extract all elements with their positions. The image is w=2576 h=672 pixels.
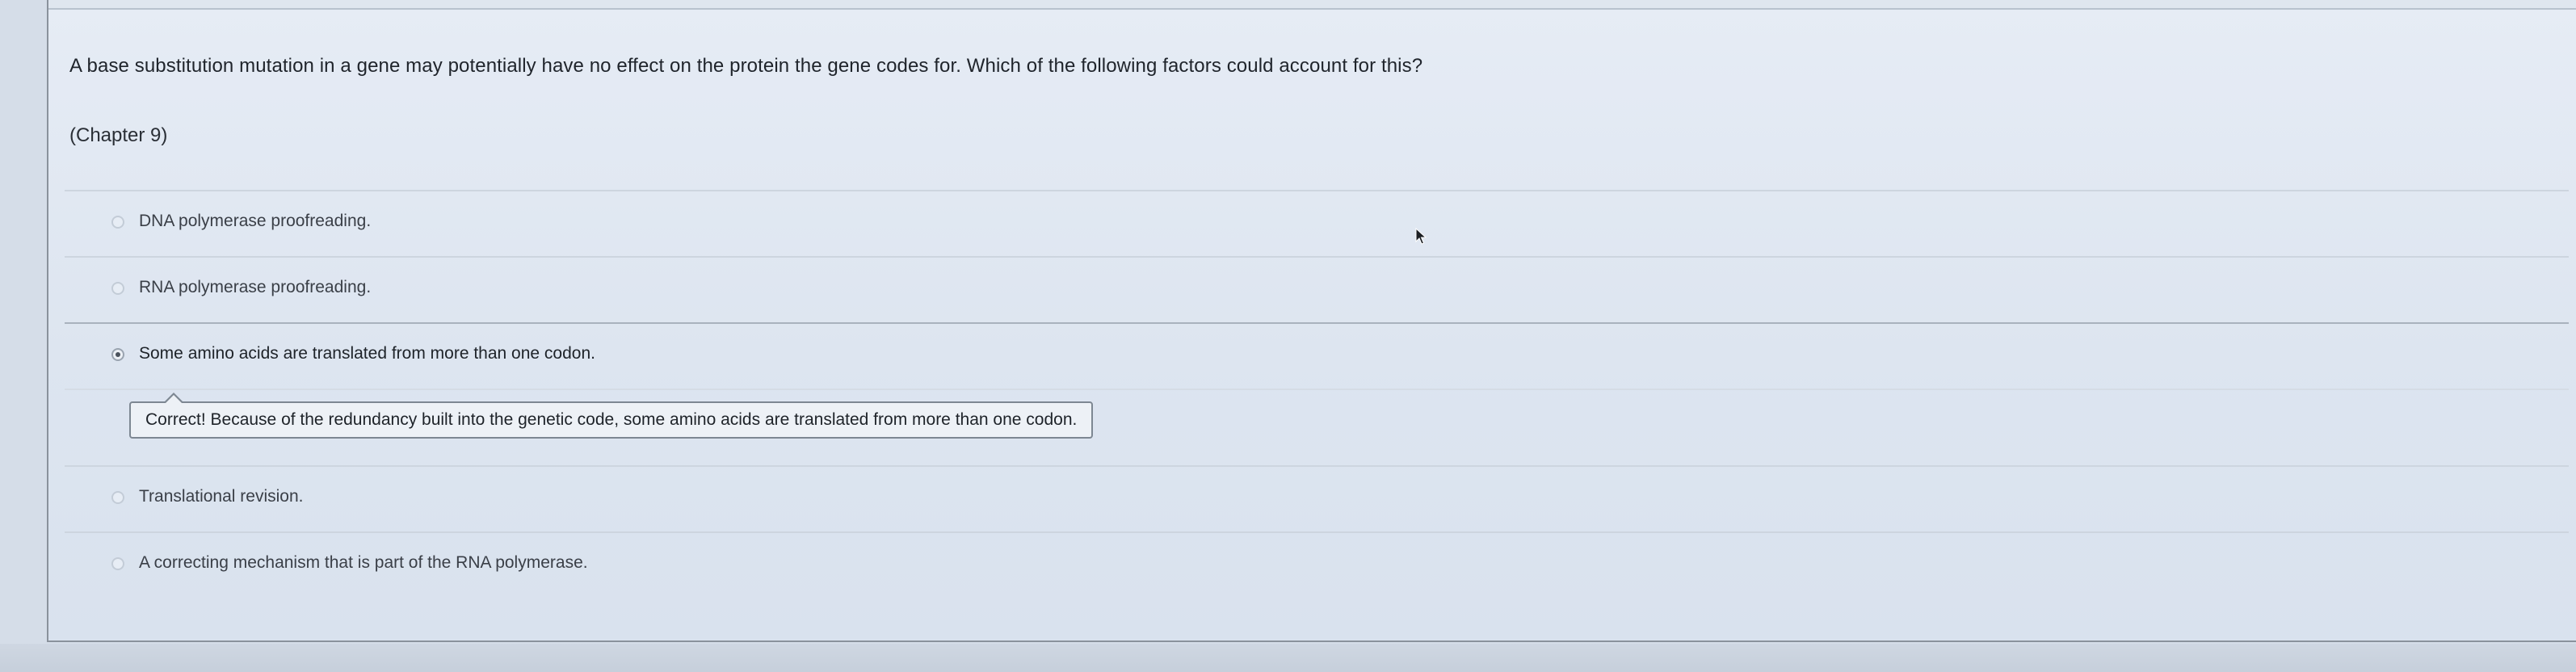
chapter-reference: (Chapter 9)	[69, 124, 168, 146]
answer-option-5[interactable]: A correcting mechanism that is part of t…	[65, 531, 2569, 598]
answer-option-label[interactable]: Translational revision.	[139, 487, 303, 506]
radio-button-4[interactable]	[111, 491, 124, 504]
answer-option-3[interactable]: Some amino acids are translated from mor…	[65, 322, 2569, 388]
answer-option-label[interactable]: Some amino acids are translated from mor…	[139, 344, 595, 363]
question-panel: A base substitution mutation in a gene m…	[47, 0, 2576, 642]
feedback-callout: Correct! Because of the redundancy built…	[129, 393, 1094, 439]
panel-top-divider	[48, 0, 2576, 10]
answer-option-label[interactable]: DNA polymerase proofreading.	[139, 212, 371, 231]
answer-option-label[interactable]: A correcting mechanism that is part of t…	[139, 553, 588, 573]
radio-button-2[interactable]	[111, 282, 124, 295]
answer-option-label[interactable]: RNA polymerase proofreading.	[139, 278, 371, 297]
answer-options: DNA polymerase proofreading. RNA polymer…	[65, 190, 2569, 598]
radio-button-1[interactable]	[111, 216, 124, 229]
answer-option-2[interactable]: RNA polymerase proofreading.	[65, 256, 2569, 322]
page-bottom-area	[0, 644, 2576, 672]
answer-option-1[interactable]: DNA polymerase proofreading.	[65, 190, 2569, 256]
feedback-row: Correct! Because of the redundancy built…	[65, 388, 2569, 465]
answer-option-4[interactable]: Translational revision.	[65, 465, 2569, 531]
radio-button-3-selected[interactable]	[111, 348, 124, 361]
question-text: A base substitution mutation in a gene m…	[69, 55, 1423, 77]
radio-button-5[interactable]	[111, 557, 124, 570]
